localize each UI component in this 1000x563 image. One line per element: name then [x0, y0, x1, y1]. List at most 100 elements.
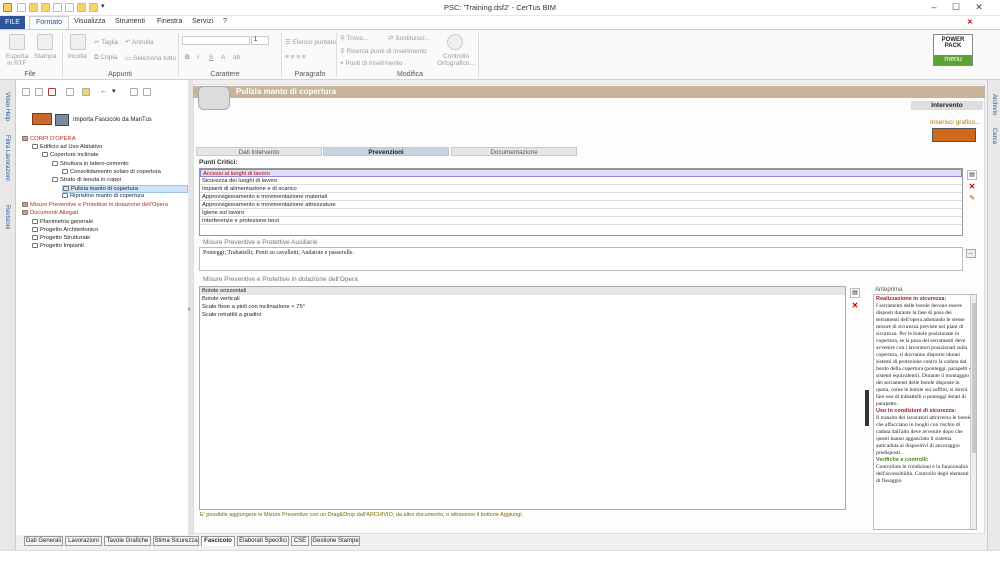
tree-print-icon[interactable] — [66, 88, 74, 96]
replace-button[interactable]: ⇄ Sostituisci... — [388, 34, 430, 42]
punti-critici-row[interactable]: Igiene sul lavoro — [200, 209, 962, 217]
font-color-button[interactable]: A — [221, 54, 225, 61]
tree-node[interactable]: Pulizia manto di copertura — [62, 185, 188, 194]
cerca-tab[interactable]: Cerca — [991, 128, 997, 144]
print-icon — [37, 34, 53, 50]
tree-node[interactable]: Progetto Strutturale — [32, 234, 90, 241]
tab-servizi[interactable]: Servizi — [192, 18, 213, 25]
select-all-button[interactable]: ▭ Seleziona tutto — [125, 54, 176, 62]
add-item-icon[interactable]: ▤ — [967, 170, 977, 180]
punti-critici-row[interactable]: Sicurezza dei luoghi di lavoro — [200, 177, 962, 185]
cut-button[interactable]: ✂ Taglia — [94, 38, 118, 46]
power-pack-menu-button[interactable]: POWER PACK menu — [933, 34, 973, 66]
tree-node[interactable]: Progetto Impianti — [32, 243, 84, 249]
preview-scrollbar[interactable] — [970, 295, 976, 529]
doc-tab[interactable]: Stima Sicurezza — [153, 536, 199, 546]
doc-tab[interactable]: CSE — [291, 536, 309, 546]
tree-node[interactable]: Documenti Allegati — [22, 210, 78, 216]
tree-new-icon[interactable] — [22, 88, 30, 96]
tree-node[interactable]: Strato di tenuta in coppi — [52, 177, 121, 183]
tree-trash-icon[interactable] — [130, 88, 138, 96]
edit-pencil-icon[interactable]: ✎ — [967, 194, 977, 204]
dotazione-list[interactable]: Botole orizzontali Botole verticali Scale … — [199, 286, 846, 510]
italic-button[interactable]: I — [197, 54, 199, 61]
doc-tab[interactable]: Dati Generali — [24, 536, 63, 546]
export-rtf-button[interactable]: Esporta in RTF — [5, 53, 29, 67]
tab-help[interactable]: ? — [223, 18, 227, 25]
ribbon-close-icon[interactable]: ✕ — [967, 18, 973, 26]
tab-prevenzioni[interactable]: Prevenzioni — [323, 147, 449, 156]
tree-node[interactable]: Struttura in latero-cemento — [52, 160, 129, 167]
tree-node[interactable]: Ripristino manto di copertura — [62, 193, 144, 199]
doc-tab[interactable]: Gestione Stampe — [311, 536, 360, 546]
underline-button[interactable]: S — [209, 54, 213, 61]
undo-button[interactable]: ↶ Annulla — [125, 38, 154, 46]
ausiliarie-browse-button[interactable]: ... — [966, 249, 976, 258]
tab-finestra[interactable]: Finestra — [157, 18, 182, 25]
maximize-icon[interactable]: ☐ — [950, 2, 962, 13]
tree-list-icon[interactable] — [35, 88, 43, 96]
punti-critici-row[interactable]: Approvvigionamento e movimentazione mate… — [200, 193, 962, 201]
chevron-down-icon[interactable]: ▾ — [112, 88, 120, 96]
dotazione-row[interactable]: Botole verticali — [200, 295, 845, 303]
find-button[interactable]: ⚲ Trova... — [340, 34, 368, 42]
print-button[interactable]: Stampa — [34, 53, 56, 60]
import-mantus-button[interactable]: Importa Fascicolo da ManTus — [73, 117, 152, 123]
insert-points-button[interactable]: ⌖ Punti di inserimento — [340, 60, 403, 68]
minimize-icon[interactable]: – — [928, 2, 940, 12]
tree-node[interactable]: Planimetria generale — [32, 218, 93, 225]
bullet-list-button[interactable]: ☰ Elenco puntato — [285, 38, 336, 46]
tree-node[interactable]: Edificio ad Uso Abitativo — [32, 144, 102, 150]
paste-button[interactable]: Incolla — [68, 53, 87, 60]
dotazione-add-icon[interactable]: ▤ — [850, 288, 860, 298]
dotazione-delete-icon[interactable]: ✕ — [850, 301, 860, 311]
tree-trash2-icon[interactable] — [143, 88, 151, 96]
preview-scroll-thumb[interactable] — [972, 303, 976, 453]
font-size-select[interactable]: 1 — [251, 36, 269, 45]
tab-dati-intervento[interactable]: Dati Intervento — [196, 147, 322, 156]
dotazione-row[interactable]: Scale fisse a pioli con inclinazione < 7… — [200, 303, 845, 311]
video-help-tab[interactable]: Video Help — [4, 92, 10, 121]
tab-strumenti[interactable]: Strumenti — [115, 18, 145, 25]
dotazione-row[interactable]: Botole orizzontali — [200, 287, 845, 295]
archivio-tab[interactable]: Archivio — [991, 94, 997, 115]
punti-critici-row[interactable]: Accessi ai luoghi di lavoro — [200, 169, 962, 177]
delete-item-icon[interactable]: ✕ — [967, 182, 977, 192]
graphic-thumbnail[interactable] — [932, 128, 976, 142]
tree-folder-icon[interactable] — [82, 88, 90, 96]
ausiliarie-textbox[interactable]: Ponteggi; Trabattelli; Ponti su cavallet… — [199, 247, 963, 271]
align-buttons[interactable]: ≡ ≡ ≡ ≡ — [285, 54, 306, 61]
tab-documentazione[interactable]: Documentazione — [451, 147, 577, 156]
collapse-arrow-icon[interactable]: ‹ — [188, 306, 190, 313]
insert-graphic-link[interactable]: Inserisci grafico... — [930, 119, 981, 126]
bold-button[interactable]: B — [185, 54, 190, 61]
doc-tab[interactable]: Fascicolo — [201, 536, 235, 546]
highlight-button[interactable]: ab — [233, 54, 240, 61]
tree-node[interactable]: Coperture inclinate — [42, 152, 99, 158]
font-family-select[interactable] — [182, 36, 250, 45]
punti-critici-list[interactable]: Accessi ai luoghi di lavoro Sicurezza dei… — [199, 168, 963, 236]
copy-button[interactable]: ⧉ Copia — [94, 54, 117, 62]
tab-visualizza[interactable]: Visualizza — [74, 18, 105, 25]
punti-critici-row[interactable]: Interferenze e protezione terzi — [200, 217, 962, 225]
filter-lavorazioni-tab[interactable]: Filtra Lavorazioni — [4, 135, 10, 181]
doc-tab[interactable]: Lavorazioni — [65, 536, 102, 546]
tree-node[interactable]: CORPI D'OPERA — [22, 136, 76, 142]
tree-node[interactable]: Misure Preventive e Protettive in dotazi… — [22, 202, 168, 208]
punti-critici-row[interactable]: Impianti di alimentazione e di scarico — [200, 185, 962, 193]
doc-tab[interactable]: Elaborati Specifici — [237, 536, 289, 546]
punti-critici-row[interactable]: Approvvigionamento e movimentazione attr… — [200, 201, 962, 209]
spellcheck-button[interactable]: Controllo Ortografico... — [436, 53, 476, 67]
find-insert-points-button[interactable]: ⚲ Ricerca punti di inserimento — [340, 47, 427, 55]
dotazione-row[interactable]: Scale retrattili a gradini — [200, 311, 845, 319]
revisioni-tab[interactable]: Revisioni — [4, 205, 10, 229]
tree-node[interactable]: Consolidamento solaio di copertura — [62, 168, 161, 175]
tree-node[interactable]: Progetto Architettonico — [32, 226, 98, 233]
tab-file[interactable]: FILE — [0, 16, 25, 29]
doc-tab[interactable]: Tavole Grafiche — [104, 536, 151, 546]
tree-delete-icon[interactable] — [48, 88, 56, 96]
arrow-left-icon[interactable]: ← — [100, 88, 108, 96]
preview-splitter-handle[interactable] — [865, 390, 869, 426]
close-icon[interactable]: ✕ — [973, 2, 985, 13]
tab-formato[interactable]: Formato — [29, 16, 69, 30]
